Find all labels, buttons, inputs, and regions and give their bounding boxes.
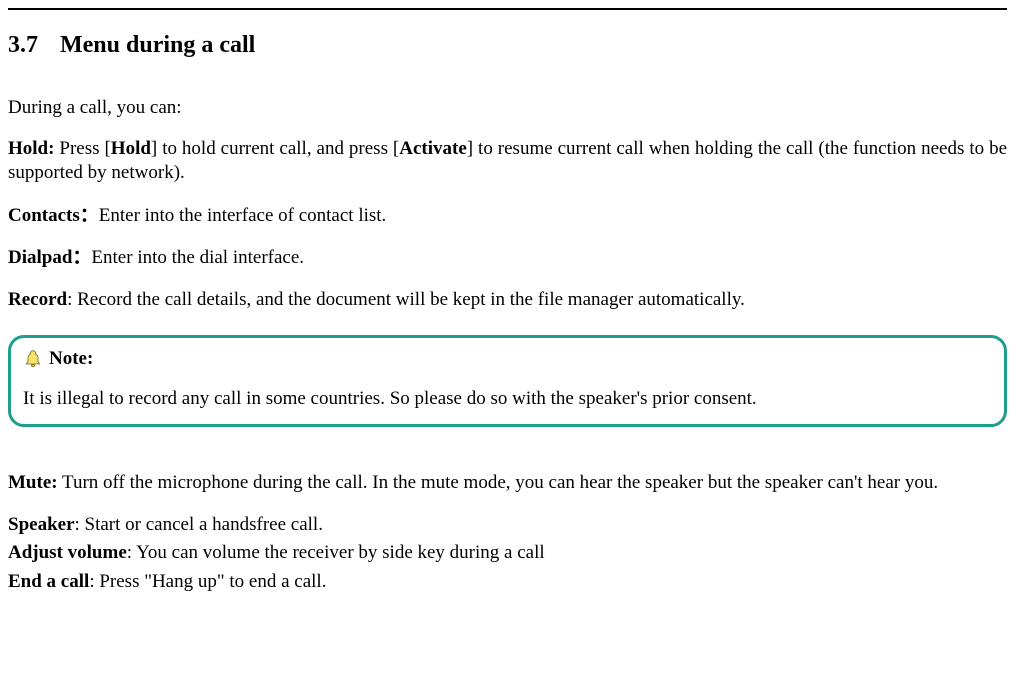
document-page: 3.7 Menu during a call During a call, you… [0, 8, 1015, 676]
item-adjust-text: : You can volume the receiver by side ke… [127, 542, 545, 563]
item-hold-mid: ] to hold current call, and press [ [151, 138, 399, 159]
item-adjust-volume: Adjust volume: You can volume the receiv… [8, 541, 1007, 565]
item-end-text: : Press "Hang up" to end a call. [89, 571, 326, 592]
item-adjust-label: Adjust volume [8, 542, 127, 563]
item-speaker: Speaker: Start or cancel a handsfree cal… [8, 513, 1007, 537]
item-hold-label: Hold: [8, 138, 54, 159]
item-end-call: End a call: Press "Hang up" to end a cal… [8, 570, 1007, 594]
item-contacts-text: Enter into the interface of contact list… [99, 205, 387, 226]
item-record-label: Record [8, 289, 67, 310]
item-dialpad: Dialpad：Enter into the dial interface. [8, 246, 1007, 270]
item-record-text: : Record the call details, and the docum… [67, 289, 745, 310]
item-dialpad-label: Dialpad： [8, 247, 91, 268]
note-body: It is illegal to record any call in some… [23, 388, 992, 410]
section-number: 3.7 [8, 32, 38, 58]
note-label: Note: [49, 348, 93, 370]
note-header: Note: [23, 348, 992, 370]
item-hold: Hold: Press [Hold] to hold current call,… [8, 137, 1007, 186]
item-hold-key2: Activate [399, 138, 467, 159]
item-hold-key1: Hold [111, 138, 151, 159]
bell-icon [23, 349, 43, 369]
item-mute-label: Mute: [8, 472, 58, 493]
item-record: Record: Record the call details, and the… [8, 288, 1007, 312]
item-contacts-label: Contacts： [8, 205, 99, 226]
item-end-label: End a call [8, 571, 89, 592]
item-contacts: Contacts：Enter into the interface of con… [8, 204, 1007, 228]
item-speaker-label: Speaker [8, 514, 75, 535]
item-mute: Mute: Turn off the microphone during the… [8, 471, 1007, 495]
section-heading: 3.7 Menu during a call [8, 32, 1007, 59]
item-dialpad-text: Enter into the dial interface. [91, 247, 304, 268]
note-box: Note: It is illegal to record any call i… [8, 335, 1007, 427]
top-horizontal-rule [8, 8, 1007, 10]
spacer [0, 427, 1015, 453]
intro-text: During a call, you can: [8, 97, 1007, 119]
section-title: Menu during a call [60, 32, 255, 58]
item-speaker-text: : Start or cancel a handsfree call. [75, 514, 323, 535]
item-mute-text: Turn off the microphone during the call.… [58, 472, 939, 493]
item-hold-pre: Press [ [54, 138, 110, 159]
